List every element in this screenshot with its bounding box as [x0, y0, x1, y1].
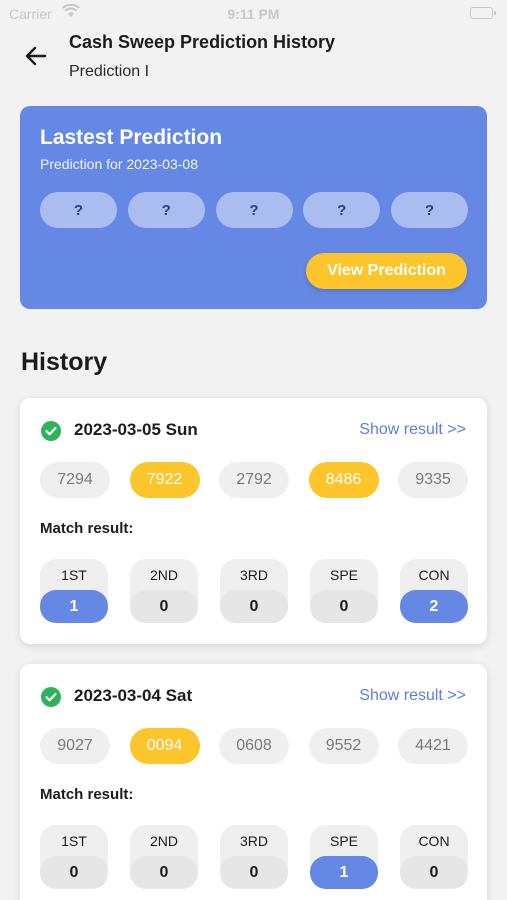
match-box-spe: SPE 0	[310, 559, 378, 623]
show-result-link[interactable]: Show result >>	[359, 421, 466, 439]
match-count: 2	[400, 590, 468, 623]
draw-number: 9552	[308, 728, 379, 764]
back-button[interactable]	[22, 42, 50, 70]
latest-prediction-date: Prediction for 2023-03-08	[40, 156, 198, 172]
draw-number: 4421	[398, 728, 468, 764]
draw-numbers: 9027 0094 0608 9552 4421	[40, 728, 468, 764]
draw-number: 9027	[40, 728, 110, 764]
match-box-con: CON 0	[400, 825, 468, 889]
match-box-spe: SPE 1	[310, 825, 378, 889]
match-result-label: Match result:	[40, 520, 134, 537]
match-count: 0	[400, 856, 468, 889]
match-category: 1ST	[61, 833, 87, 849]
draw-number: 2792	[219, 462, 289, 498]
match-count: 0	[40, 856, 108, 889]
draw-date: 2023-03-04 Sat	[74, 686, 193, 705]
nav-header: Cash Sweep Prediction History Prediction…	[0, 28, 507, 98]
match-box-1st: 1ST 1	[40, 559, 108, 623]
match-count: 0	[220, 590, 288, 623]
draw-number: 7294	[40, 462, 110, 498]
clock: 9:11 PM	[227, 6, 280, 22]
match-box-1st: 1ST 0	[40, 825, 108, 889]
check-circle-icon	[41, 687, 61, 707]
match-category: 3RD	[239, 567, 268, 583]
draw-date: 2023-03-05 Sun	[74, 420, 198, 439]
match-category: 1ST	[61, 567, 87, 583]
draw-number-hit: 7922	[129, 462, 200, 498]
draw-numbers: 7294 7922 2792 8486 9335	[40, 462, 468, 498]
page-title: Cash Sweep Prediction History	[69, 32, 336, 52]
battery-icon	[470, 7, 496, 19]
match-count: 1	[40, 590, 108, 623]
match-category: CON	[418, 567, 450, 583]
draw-number-hit: 0094	[129, 728, 200, 764]
match-count: 0	[130, 856, 198, 889]
match-category: SPE	[329, 567, 358, 583]
status-bar: Carrier 9:11 PM	[0, 0, 507, 28]
draw-number: 9335	[398, 462, 468, 498]
page-subtitle: Prediction I	[69, 63, 150, 80]
match-box-con: CON 2	[400, 559, 468, 623]
predicted-number-hidden: ?	[303, 192, 381, 228]
match-category: CON	[418, 833, 450, 849]
match-category: SPE	[329, 833, 358, 849]
match-category: 2ND	[149, 567, 178, 583]
predicted-numbers: ? ? ? ? ?	[40, 192, 468, 228]
latest-prediction-title: Lastest Prediction	[40, 126, 223, 149]
predicted-number-hidden: ?	[127, 192, 205, 228]
match-count: 1	[310, 856, 378, 889]
match-box-3rd: 3RD 0	[220, 825, 288, 889]
match-count: 0	[220, 856, 288, 889]
predicted-number-hidden: ?	[391, 192, 468, 228]
latest-prediction-card: Lastest Prediction Prediction for 2023-0…	[20, 106, 487, 309]
match-box-2nd: 2ND 0	[130, 559, 198, 623]
match-results: 1ST 1 2ND 0 3RD 0 SPE 0 CON 2	[40, 559, 468, 623]
predicted-number-hidden: ?	[215, 192, 293, 228]
match-results: 1ST 0 2ND 0 3RD 0 SPE 1 CON 0	[40, 825, 468, 889]
history-card: 2023-03-04 Sat Show result >> 9027 0094 …	[20, 664, 487, 900]
match-category: 3RD	[239, 833, 268, 849]
match-box-3rd: 3RD 0	[220, 559, 288, 623]
arrow-left-icon	[25, 46, 47, 66]
history-card: 2023-03-05 Sun Show result >> 7294 7922 …	[20, 398, 487, 644]
match-box-2nd: 2ND 0	[130, 825, 198, 889]
view-prediction-button[interactable]: View Prediction	[306, 253, 467, 289]
match-result-label: Match result:	[40, 786, 134, 803]
match-count: 0	[310, 590, 378, 623]
draw-number: 0608	[219, 728, 289, 764]
match-category: 2ND	[149, 833, 178, 849]
show-result-link[interactable]: Show result >>	[359, 687, 466, 705]
match-count: 0	[130, 590, 198, 623]
draw-number-hit: 8486	[308, 462, 379, 498]
history-heading: History	[21, 348, 108, 376]
predicted-number-hidden: ?	[40, 192, 117, 228]
check-circle-icon	[41, 421, 61, 441]
